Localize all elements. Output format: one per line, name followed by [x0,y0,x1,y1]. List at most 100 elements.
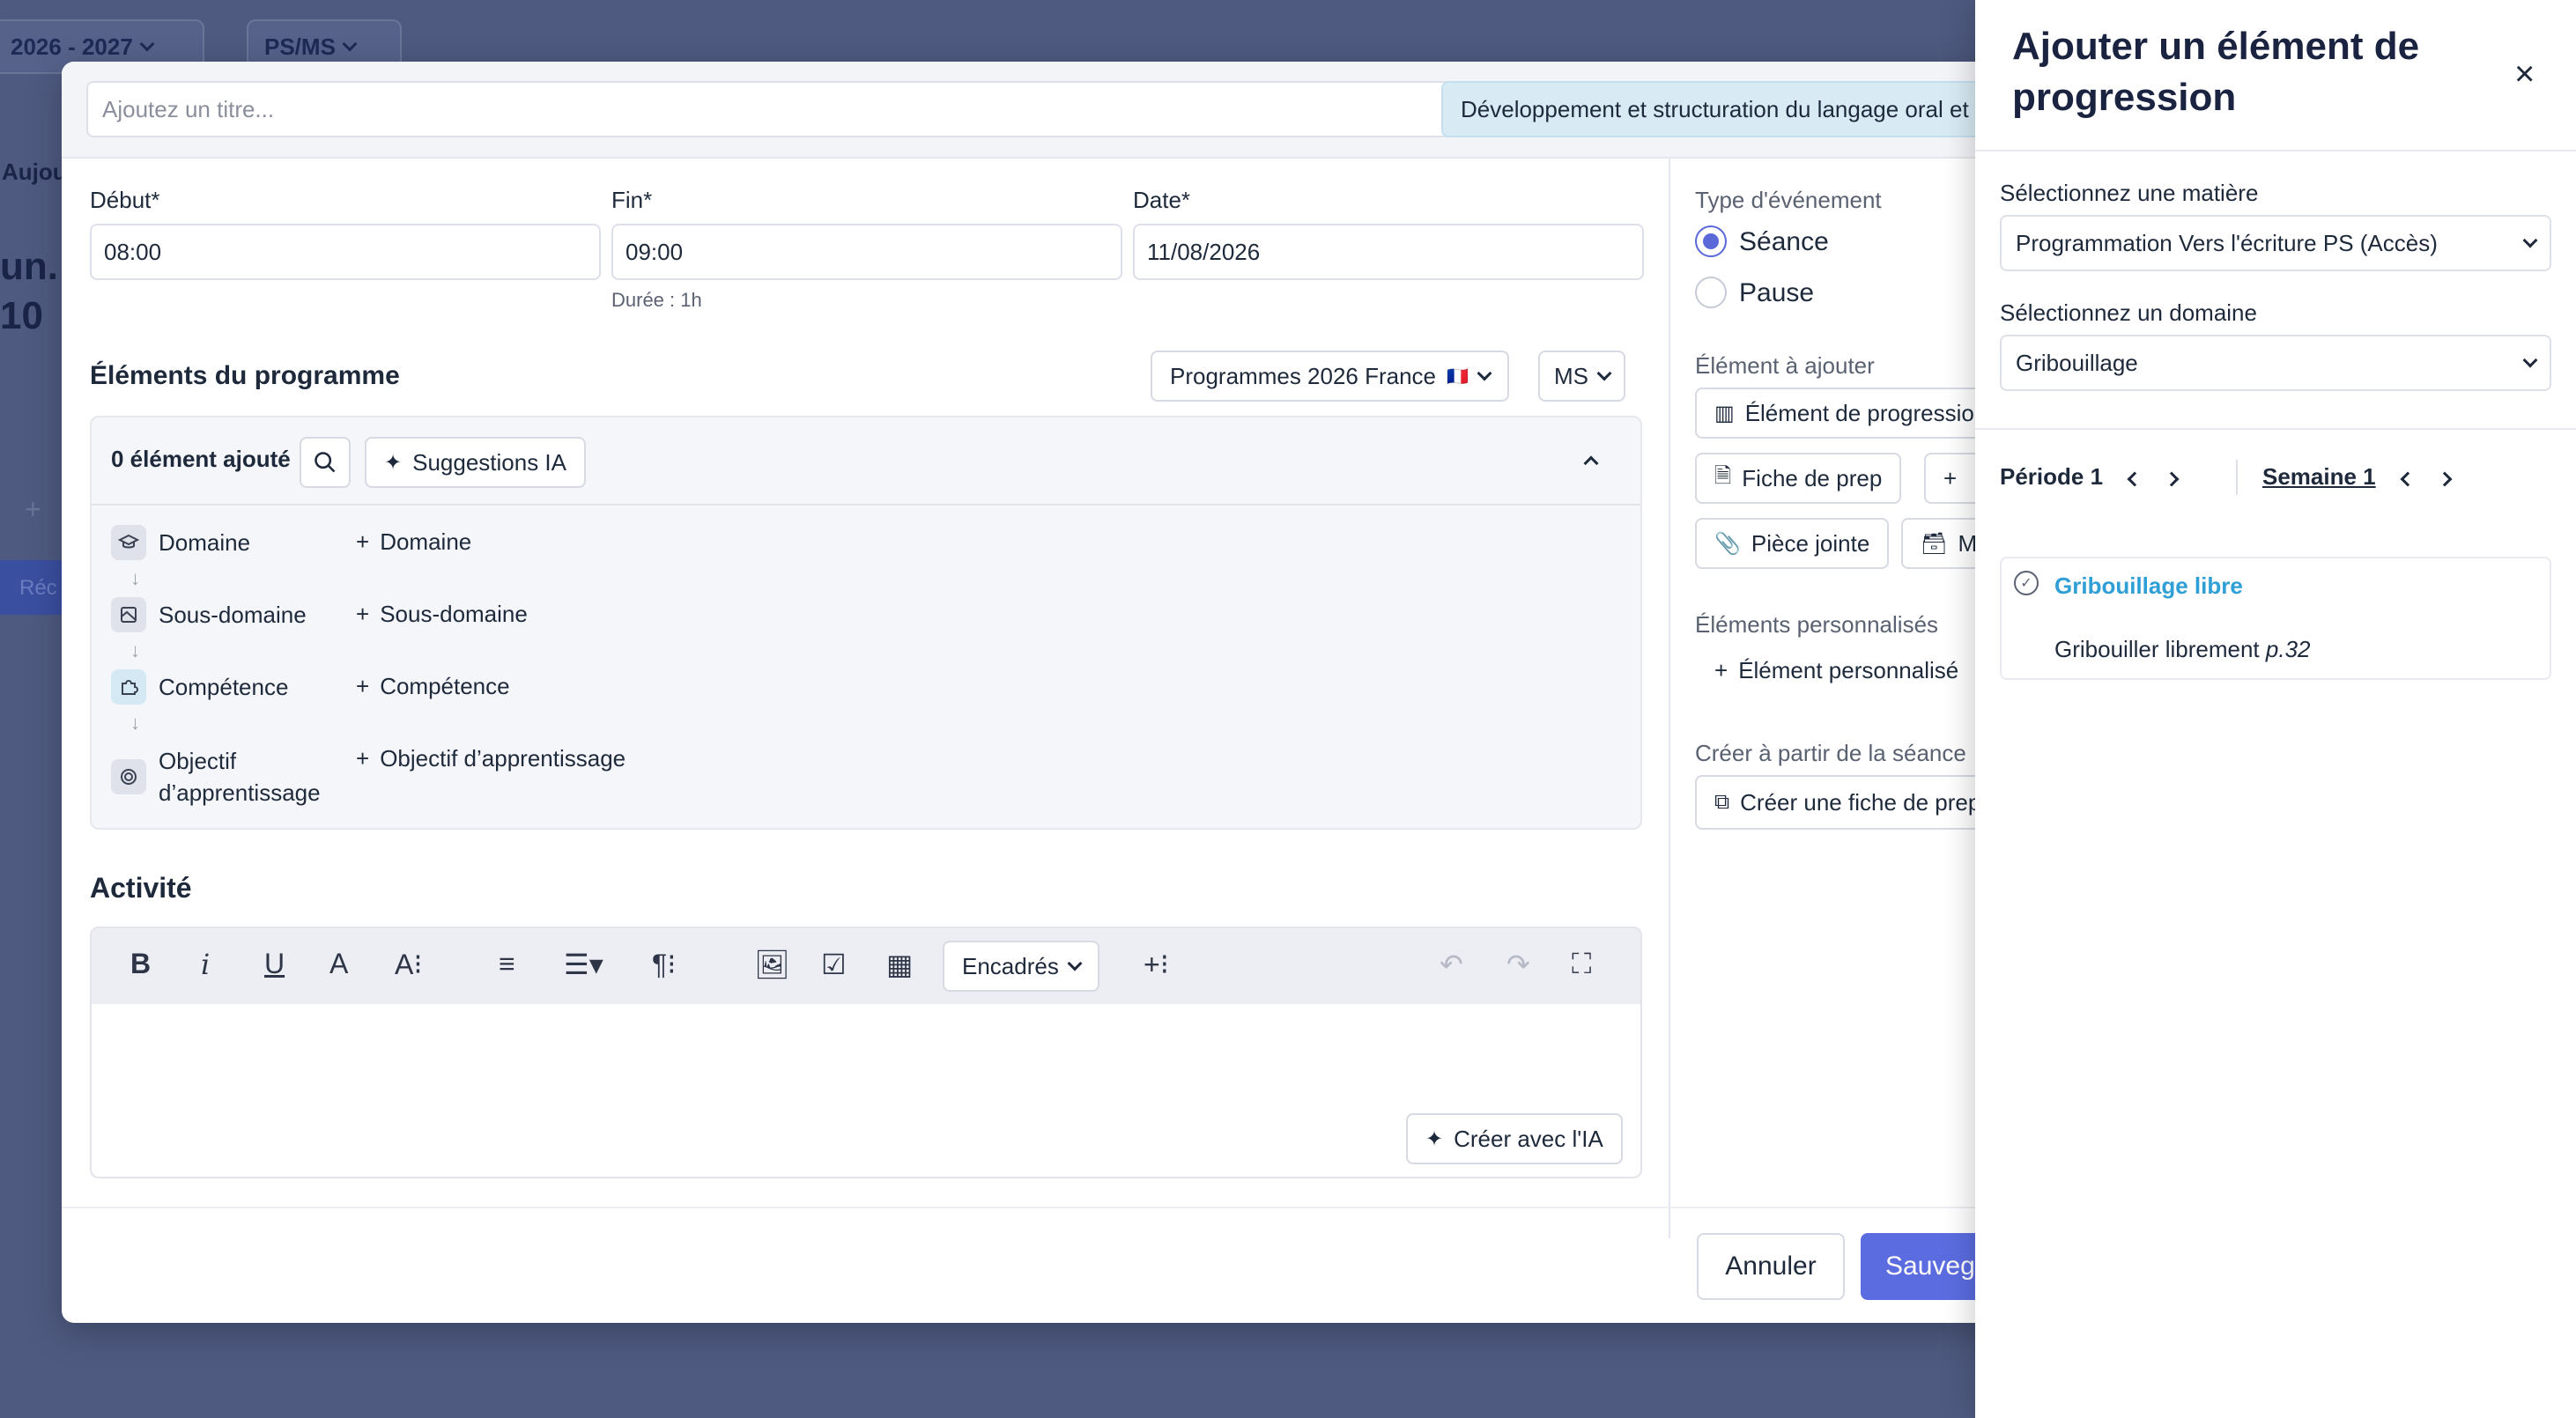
date-value: 11/08/2026 [1147,238,1261,265]
attachment-label: Pièce jointe [1751,529,1870,557]
subject-select[interactable]: Programmation Vers l'écriture PS (Accès) [2000,215,2551,271]
panel-title: Ajouter un élément de progression [2012,25,2420,119]
checkbox-icon[interactable]: ☑ [821,948,847,981]
subject-select-value: Programmation Vers l'écriture PS (Accès) [2016,229,2438,256]
domain-select[interactable]: Gribouillage [2000,335,2551,391]
progression-item-card[interactable]: ✓ Gribouillage libre Gribouiller libreme… [2000,557,2551,680]
program-select-label: Programmes 2026 France [1170,362,1437,389]
chart-bar-icon: ▥ [1714,401,1735,425]
level-select-label: MS [1554,362,1588,389]
add-custom-element-label: Élément personnalisé [1738,657,1959,683]
undo-icon[interactable]: ↶ [1440,948,1463,981]
program-elements-box: 0 élément ajouté ✦ Suggestions IA Domain… [90,416,1642,830]
plus-icon: + [356,528,370,555]
document-icon: 🗎 [1714,463,1732,488]
item-title[interactable]: Gribouillage libre [2054,572,2243,600]
week-label[interactable]: Semaine 1 [2262,463,2376,491]
collapse-button[interactable] [1583,453,1599,473]
plus-icon: + [356,673,370,699]
period-next-button[interactable] [2164,463,2180,491]
end-time-input[interactable]: 09:00 [611,224,1122,280]
underline-icon[interactable]: U [264,948,285,980]
paperclip-icon: 📎 [1714,531,1741,556]
added-count: 0 élément ajouté [111,446,291,472]
encadres-dropdown[interactable]: Encadrés [943,941,1099,992]
week-next-button[interactable] [2437,463,2453,491]
external-link-icon: ⧉ [1714,790,1730,814]
domain-select-label: Sélectionnez un domaine [2000,299,2257,326]
week-prev-button[interactable] [2400,463,2416,491]
chevron-left-icon [2127,471,2143,487]
date-label: Date* [1133,187,1191,213]
title-input[interactable] [86,81,1487,137]
chevron-down-icon [1477,366,1492,381]
period-nav: Période 1 [2000,463,2180,491]
search-button[interactable] [300,437,351,488]
text-color-icon[interactable]: A [329,948,348,980]
font-size-icon[interactable]: A⁝ [395,948,423,981]
image-icon[interactable]: 🖼 [754,948,790,981]
period-label: Période 1 [2000,463,2104,490]
end-time-value: 09:00 [625,238,684,265]
end-label: Fin* [611,187,653,213]
fullscreen-icon[interactable]: ⛶ [1572,948,1591,981]
plus-icon: + [356,601,370,627]
redo-icon[interactable]: ↷ [1506,948,1530,981]
subject-chip[interactable]: Développement et structuration du langag… [1441,81,2053,137]
panel-divider [1975,428,2576,430]
create-prep-sheet-label: Créer une fiche de prep [1740,788,1981,816]
radio-pause-label: Pause [1739,278,1815,307]
table-icon[interactable]: ▦ [886,948,913,981]
add-domaine-button[interactable]: + Domaine [356,528,471,556]
start-time-input[interactable]: 08:00 [90,224,601,280]
tree-row-objectif: Objectif d’apprentissage [111,745,321,809]
list-icon[interactable]: ☰▾ [564,948,603,981]
activity-title: Activité [90,872,192,904]
insert-more-icon[interactable]: +⁝ [1144,948,1169,981]
cancel-label: Annuler [1725,1252,1817,1281]
sparkles-icon: ✦ [384,450,403,475]
bg-day-label: un. [0,245,58,288]
program-select[interactable]: Programmes 2026 France 🇫🇷 [1151,351,1509,402]
add-competence-label: Compétence [380,673,510,699]
progression-element-button[interactable]: ▥ Élément de progression [1695,388,2012,439]
create-with-ai-button[interactable]: ✦ Créer avec l'IA [1406,1113,1623,1164]
week-nav: Semaine 1 [2262,463,2453,491]
subject-chip-label: Développement et structuration du langag… [1461,95,2019,122]
panel-divider [1975,150,2576,151]
paragraph-icon[interactable]: ¶⁝ [652,948,676,981]
add-sous-domaine-button[interactable]: + Sous-domaine [356,601,528,628]
year-selector-label: 2026 - 2027 [11,33,133,60]
tree-row-competence: Compétence [111,669,288,705]
arrow-down-icon: ↓ [130,712,140,734]
chevron-down-icon [1067,956,1083,971]
align-icon[interactable]: ≡ [499,948,515,980]
domain-select-value: Gribouillage [2016,349,2138,376]
attachment-button[interactable]: 📎 Pièce jointe [1695,518,1890,569]
sparkles-icon: ✦ [1425,1126,1444,1151]
search-icon [315,452,336,473]
date-input[interactable]: 11/08/2026 [1133,224,1644,280]
ai-suggestions-button[interactable]: ✦ Suggestions IA [365,437,586,488]
cancel-button[interactable]: Annuler [1697,1233,1845,1300]
level-select[interactable]: MS [1538,351,1625,402]
bold-icon[interactable]: B [130,948,151,980]
level-selector-label: PS/MS [264,33,336,60]
prep-sheet-button[interactable]: 🗎 Fiche de prep [1695,453,1902,504]
add-competence-button[interactable]: + Compétence [356,673,510,700]
italic-icon[interactable]: i [201,948,210,981]
activity-editor[interactable]: B i U A A⁝ ≡ ☰▾ ¶⁝ 🖼 ☑ ▦ Encadrés +⁝ ↶ ↷… [90,927,1642,1178]
radio-seance[interactable] [1695,225,1727,257]
item-description: Gribouiller librement p.32 [2054,636,2311,663]
bg-add-icon: + [25,493,41,525]
program-elements-title: Éléments du programme [90,361,400,390]
tree-label-objectif-line2: d’apprentissage [159,779,321,806]
tree-label-sous-domaine: Sous-domaine [159,601,307,628]
add-progression-panel: Ajouter un élément de progression × Séle… [1975,0,2576,1418]
radio-pause[interactable] [1695,277,1727,308]
period-prev-button[interactable] [2127,463,2143,491]
add-custom-element-button[interactable]: + Élément personnalisé [1714,657,1958,684]
close-icon[interactable]: × [2514,56,2535,92]
nav-divider [2236,460,2238,495]
add-objectif-button[interactable]: + Objectif d’apprentissage [356,745,625,772]
